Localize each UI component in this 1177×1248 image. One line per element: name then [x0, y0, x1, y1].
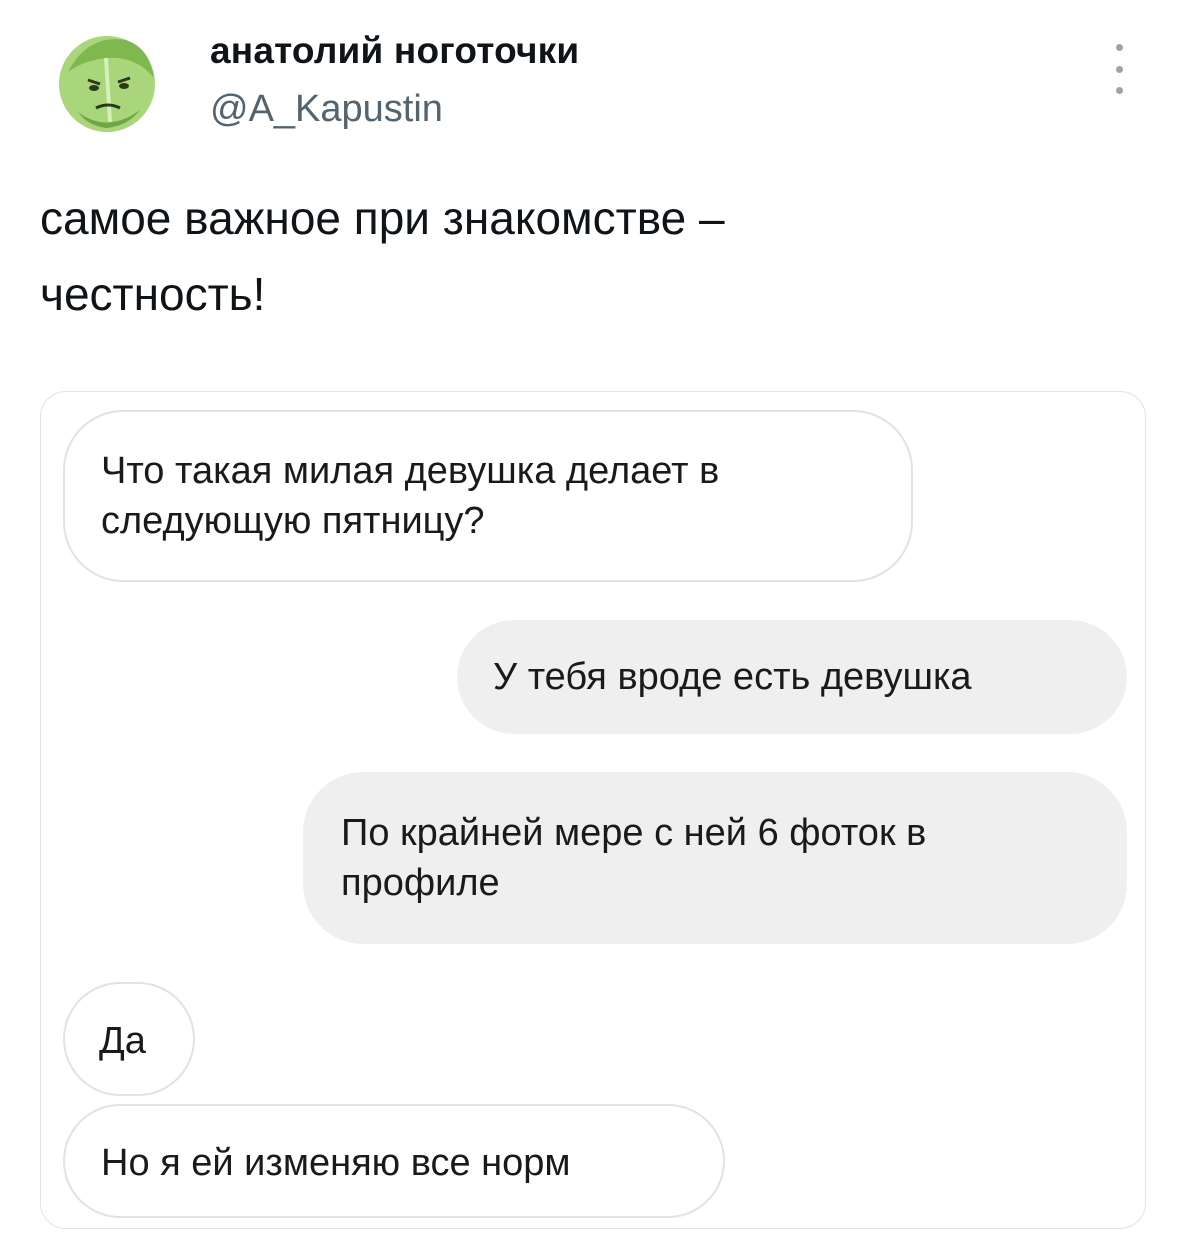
tweet-media-chat-screenshot[interactable]: Что такая милая девушка делает в следующ…: [40, 391, 1146, 1229]
message-bubble-outgoing: По крайней мере с ней 6 фоток в профиле: [303, 772, 1127, 944]
author-avatar[interactable]: [48, 22, 166, 140]
message-bubble-incoming: Что такая милая девушка делает в следующ…: [63, 410, 913, 582]
more-options-button[interactable]: [1104, 44, 1134, 94]
author-display-name[interactable]: анатолий ноготочки: [210, 30, 579, 72]
message-bubble-incoming: Но я ей изменяю все норм: [63, 1104, 725, 1218]
message-bubble-incoming: Да: [63, 982, 195, 1096]
more-vertical-icon: [1115, 65, 1123, 73]
message-bubble-outgoing: У тебя вроде есть девушка: [457, 620, 1127, 734]
author-handle[interactable]: @A_Kapustin: [210, 88, 443, 131]
more-vertical-icon: [1115, 87, 1123, 94]
cabbage-face-icon: [59, 36, 155, 132]
tweet-text: самое важное при знакомстве – честность!: [40, 192, 725, 320]
more-vertical-icon: [1115, 44, 1123, 51]
